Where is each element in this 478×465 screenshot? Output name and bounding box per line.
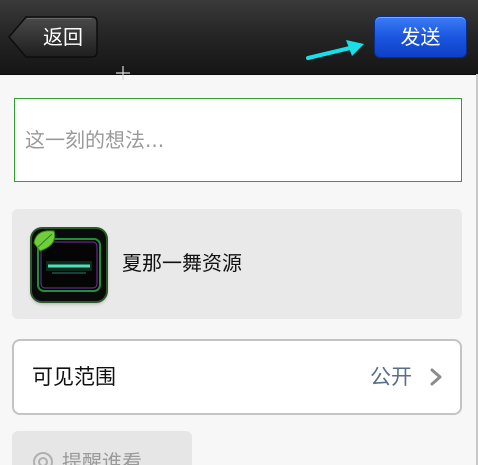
- mention-button[interactable]: 提醒谁看: [12, 431, 192, 465]
- send-button-label: 发送: [400, 25, 441, 49]
- chevron-right-icon: [430, 368, 442, 386]
- back-button-label: 返回: [43, 25, 83, 49]
- top-navigation-bar: 返回 发送: [0, 0, 478, 75]
- crosshair-cursor-icon: [116, 66, 130, 80]
- at-icon: [33, 452, 53, 465]
- back-button[interactable]: 返回: [8, 16, 98, 58]
- send-button[interactable]: 发送: [374, 16, 467, 58]
- thumbnail-artwork: [33, 230, 101, 292]
- shared-content-title: 夏那一舞资源: [122, 251, 242, 275]
- visibility-value: 公开: [370, 365, 412, 389]
- moments-compose-screen: 返回 发送 夏那一舞资源 可见范围: [0, 0, 478, 465]
- mention-button-label: 提醒谁看: [62, 450, 142, 465]
- visibility-label: 可见范围: [32, 365, 116, 389]
- thought-input[interactable]: [15, 99, 461, 181]
- leaf-logo-icon: [32, 229, 106, 301]
- visibility-setting-row[interactable]: 可见范围 公开: [12, 339, 462, 415]
- thought-input-container: [14, 98, 462, 182]
- annotation-arrow-icon: [306, 40, 364, 60]
- shared-content-card[interactable]: 夏那一舞资源: [12, 209, 462, 319]
